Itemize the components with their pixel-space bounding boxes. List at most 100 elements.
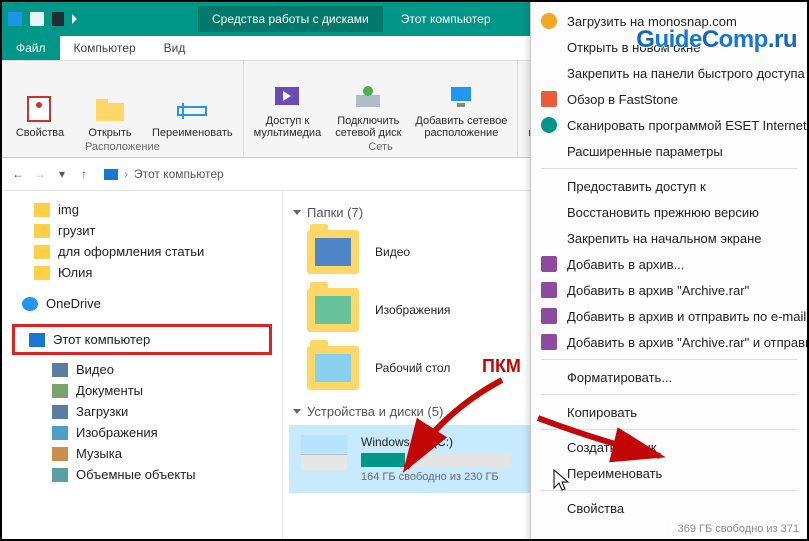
sidebar-item-folder[interactable]: для оформления статьи: [12, 241, 272, 262]
pc-icon: [104, 169, 118, 180]
ctx-item[interactable]: Свойства: [531, 495, 807, 521]
ctx-item[interactable]: Добавить в архив и отправить по e-mail: [531, 303, 807, 329]
nav-fwd-icon[interactable]: →: [32, 166, 48, 182]
add-network-icon: [443, 81, 479, 113]
ctx-item-label: Расширенные параметры: [567, 144, 723, 159]
group-label-network: Сеть: [368, 141, 392, 153]
drive-c[interactable]: Windows_10 (C:) 164 ГБ свободно из 230 Г…: [289, 425, 543, 493]
drive-usage-bar: [361, 453, 511, 467]
sidebar: img грузит для оформления статьи Юлия On…: [2, 191, 283, 541]
ctx-item[interactable]: Добавить в архив...: [531, 251, 807, 277]
ctx-item[interactable]: Переименовать: [531, 460, 807, 486]
nav-back-icon[interactable]: ←: [10, 166, 26, 182]
cursor-icon: [552, 468, 570, 492]
props-icon[interactable]: [52, 12, 64, 26]
app-icon: [8, 12, 22, 26]
tab-file[interactable]: Файл: [2, 36, 60, 60]
ctx-item-label: Добавить в архив "Archive.rar" и отправи…: [567, 335, 807, 350]
rar-icon: [541, 334, 557, 350]
ctx-item-label: Добавить в архив...: [567, 257, 684, 272]
folder-icon: [307, 346, 359, 390]
ctx-item-label: Свойства: [567, 501, 624, 516]
ctx-item[interactable]: Предоставить доступ к: [531, 173, 807, 199]
ctx-item[interactable]: Создать ярлык: [531, 434, 807, 460]
blank-icon: [541, 204, 557, 220]
sidebar-item-folder[interactable]: img: [12, 199, 272, 220]
btn-properties[interactable]: Свойства: [12, 93, 68, 139]
blank-icon: [541, 230, 557, 246]
ctx-item-label: Закрепить на начальном экране: [567, 231, 762, 246]
ctx-item[interactable]: Сканировать программой ESET Internet: [531, 112, 807, 138]
annotation-pkm: ПКМ: [482, 356, 521, 377]
ctx-item[interactable]: Копировать: [531, 399, 807, 425]
btn-add-network[interactable]: Добавить сетевое расположение: [415, 81, 507, 139]
rename-icon: [174, 93, 210, 125]
ctx-item-label: Создать ярлык: [567, 440, 656, 455]
drive-free-text: 164 ГБ свободно из 230 ГБ: [361, 471, 511, 483]
blank-icon: [541, 178, 557, 194]
contextual-tab[interactable]: Средства работы с дисками: [198, 6, 383, 32]
dropdown-icon[interactable]: [72, 14, 77, 24]
btn-rename[interactable]: Переименовать: [152, 93, 233, 139]
ribbon-group-location: Свойства Открыть Переименовать Расположе…: [2, 61, 244, 157]
sidebar-item-music[interactable]: Музыка: [12, 443, 272, 464]
folder-icon: [307, 230, 359, 274]
blank-icon: [541, 439, 557, 455]
window-title: Этот компьютер: [383, 12, 509, 26]
ctx-item[interactable]: Добавить в архив "Archive.rar": [531, 277, 807, 303]
ctx-item[interactable]: Закрепить на начальном экране: [531, 225, 807, 251]
properties-icon: [22, 93, 58, 125]
blank-icon: [541, 39, 557, 55]
ctx-item[interactable]: Обзор в FastStone: [531, 86, 807, 112]
ctx-item-label: Обзор в FastStone: [567, 92, 678, 107]
nav-up-icon[interactable]: ↑: [76, 166, 92, 182]
ctx-item[interactable]: Добавить в архив "Archive.rar" и отправи…: [531, 329, 807, 355]
ctx-item-label: Предоставить доступ к: [567, 179, 706, 194]
ctx-item-label: Копировать: [567, 405, 637, 420]
save-icon[interactable]: [30, 12, 44, 26]
sidebar-item-folder[interactable]: Юлия: [12, 262, 272, 283]
ctx-item-label: Закрепить на панели быстрого доступа: [567, 66, 805, 81]
drive-usage-fill: [361, 453, 405, 467]
ctx-item-label: Переименовать: [567, 466, 662, 481]
blank-icon: [541, 143, 557, 159]
ctx-item[interactable]: Расширенные параметры: [531, 138, 807, 164]
sidebar-item-onedrive[interactable]: OneDrive: [12, 293, 272, 314]
btn-open[interactable]: Открыть: [82, 93, 138, 139]
nav-recent-icon[interactable]: ▾: [54, 166, 70, 182]
ctx-item-label: Форматировать...: [567, 370, 672, 385]
breadcrumb[interactable]: › Этот компьютер: [98, 165, 230, 183]
rar-icon: [541, 308, 557, 324]
ribbon-group-network: Доступ к мультимедиа Подключить сетевой …: [244, 61, 519, 157]
sidebar-item-this-pc[interactable]: Этот компьютер: [19, 329, 265, 350]
ctx-item-label: Добавить в архив и отправить по e-mail: [567, 309, 806, 324]
blank-icon: [541, 369, 557, 385]
btn-media-access[interactable]: Доступ к мультимедиа: [254, 81, 322, 139]
tab-view[interactable]: Вид: [150, 36, 200, 60]
sidebar-item-downloads[interactable]: Загрузки: [12, 401, 272, 422]
ctx-item[interactable]: Восстановить прежнюю версию: [531, 199, 807, 225]
status-other-drive: 369 ГБ свободно из 371: [670, 519, 807, 539]
blank-icon: [541, 404, 557, 420]
sidebar-item-3d[interactable]: Объемные объекты: [12, 464, 272, 485]
tab-computer[interactable]: Компьютер: [60, 36, 150, 60]
ctx-item[interactable]: Форматировать...: [531, 364, 807, 390]
watermark: GuideComp.ru: [636, 26, 797, 54]
context-menu: Загрузить на monosnap.comОткрыть в новом…: [530, 2, 807, 541]
highlight-this-pc: Этот компьютер: [12, 324, 272, 355]
sidebar-item-folder[interactable]: грузит: [12, 220, 272, 241]
open-icon: [92, 93, 128, 125]
blank-icon: [541, 65, 557, 81]
media-icon: [269, 81, 305, 113]
drive-name: Windows_10 (C:): [361, 435, 511, 449]
folder-icon: [307, 288, 359, 332]
blank-icon: [541, 500, 557, 516]
sidebar-item-documents[interactable]: Документы: [12, 380, 272, 401]
sidebar-item-videos[interactable]: Видео: [12, 359, 272, 380]
sidebar-item-pictures[interactable]: Изображения: [12, 422, 272, 443]
map-drive-icon: [350, 81, 386, 113]
btn-map-drive[interactable]: Подключить сетевой диск: [335, 81, 401, 139]
rar-icon: [541, 256, 557, 272]
eset-icon: [541, 117, 557, 133]
ctx-item[interactable]: Закрепить на панели быстрого доступа: [531, 60, 807, 86]
